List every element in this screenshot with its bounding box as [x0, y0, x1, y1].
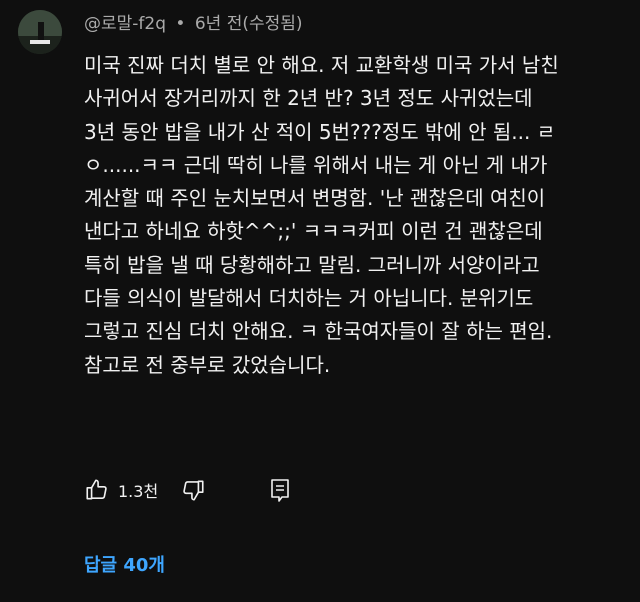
avatar-flag [30, 40, 50, 44]
comment-text: 미국 진짜 더치 별로 안 해요. 저 교환학생 미국 가서 남친 사귀어서 장… [84, 49, 624, 382]
like-count: 1.3천 [118, 482, 159, 501]
comment-line: 사귀어서 장거리까지 한 2년 반? 3년 정도 사귀었는데 [84, 86, 533, 111]
comment-line: 참고로 전 중부로 갔었습니다. [84, 352, 331, 377]
comment-header: @로말-f2q • 6년 전(수정됨) [84, 12, 303, 36]
thumbs-up-icon [84, 477, 110, 503]
comment-reply-icon [268, 477, 292, 503]
comment-line: 다들 의식이 발달해서 더치하는 거 아닙니다. 분위기도 [84, 286, 534, 311]
comment-line: 미국 진짜 더치 별로 안 해요. 저 교환학생 미국 가서 남친 [84, 53, 559, 77]
comment-line: 그렇고 진심 더치 안해요. ㅋ 한국여자들이 잘 하는 편임. [84, 319, 553, 344]
comment-line: 3년 동안 밥을 내가 산 적이 5번???정도 밖에 안 됨... ㄹ [84, 119, 556, 144]
like-button[interactable]: 1.3천 [84, 474, 158, 506]
replies-toggle[interactable]: 답글 40개 [84, 551, 165, 581]
author-name[interactable]: @로말-f2q [84, 14, 166, 34]
comment-line: ㅇ......ㅋㅋ 근데 딱히 나를 위해서 내는 게 아닌 게 내가 [84, 152, 548, 177]
thumbs-down-icon [180, 477, 206, 503]
separator-dot: • [175, 14, 186, 34]
avatar-tower [38, 22, 44, 40]
dislike-button[interactable] [180, 474, 206, 506]
avatar[interactable] [18, 10, 62, 54]
comment-line: 계산할 때 주인 눈치보면서 변명함. '난 괜찮은데 여친이 [84, 186, 546, 211]
comment-line: 낸다고 하네요 하핫^^;;' ㅋㅋㅋ커피 이런 건 괜찮은데 [84, 219, 543, 244]
comment-thread: @로말-f2q • 6년 전(수정됨) 미국 진짜 더치 별로 안 해요. 저 … [0, 0, 640, 602]
comment-line: 특히 밥을 낼 때 당황해하고 말림. 그러니까 서양이라고 [84, 252, 540, 277]
comment-actions: 1.3천 [84, 474, 624, 506]
comment-time[interactable]: 6년 전(수정됨) [195, 14, 303, 34]
reply-button[interactable] [268, 474, 292, 506]
